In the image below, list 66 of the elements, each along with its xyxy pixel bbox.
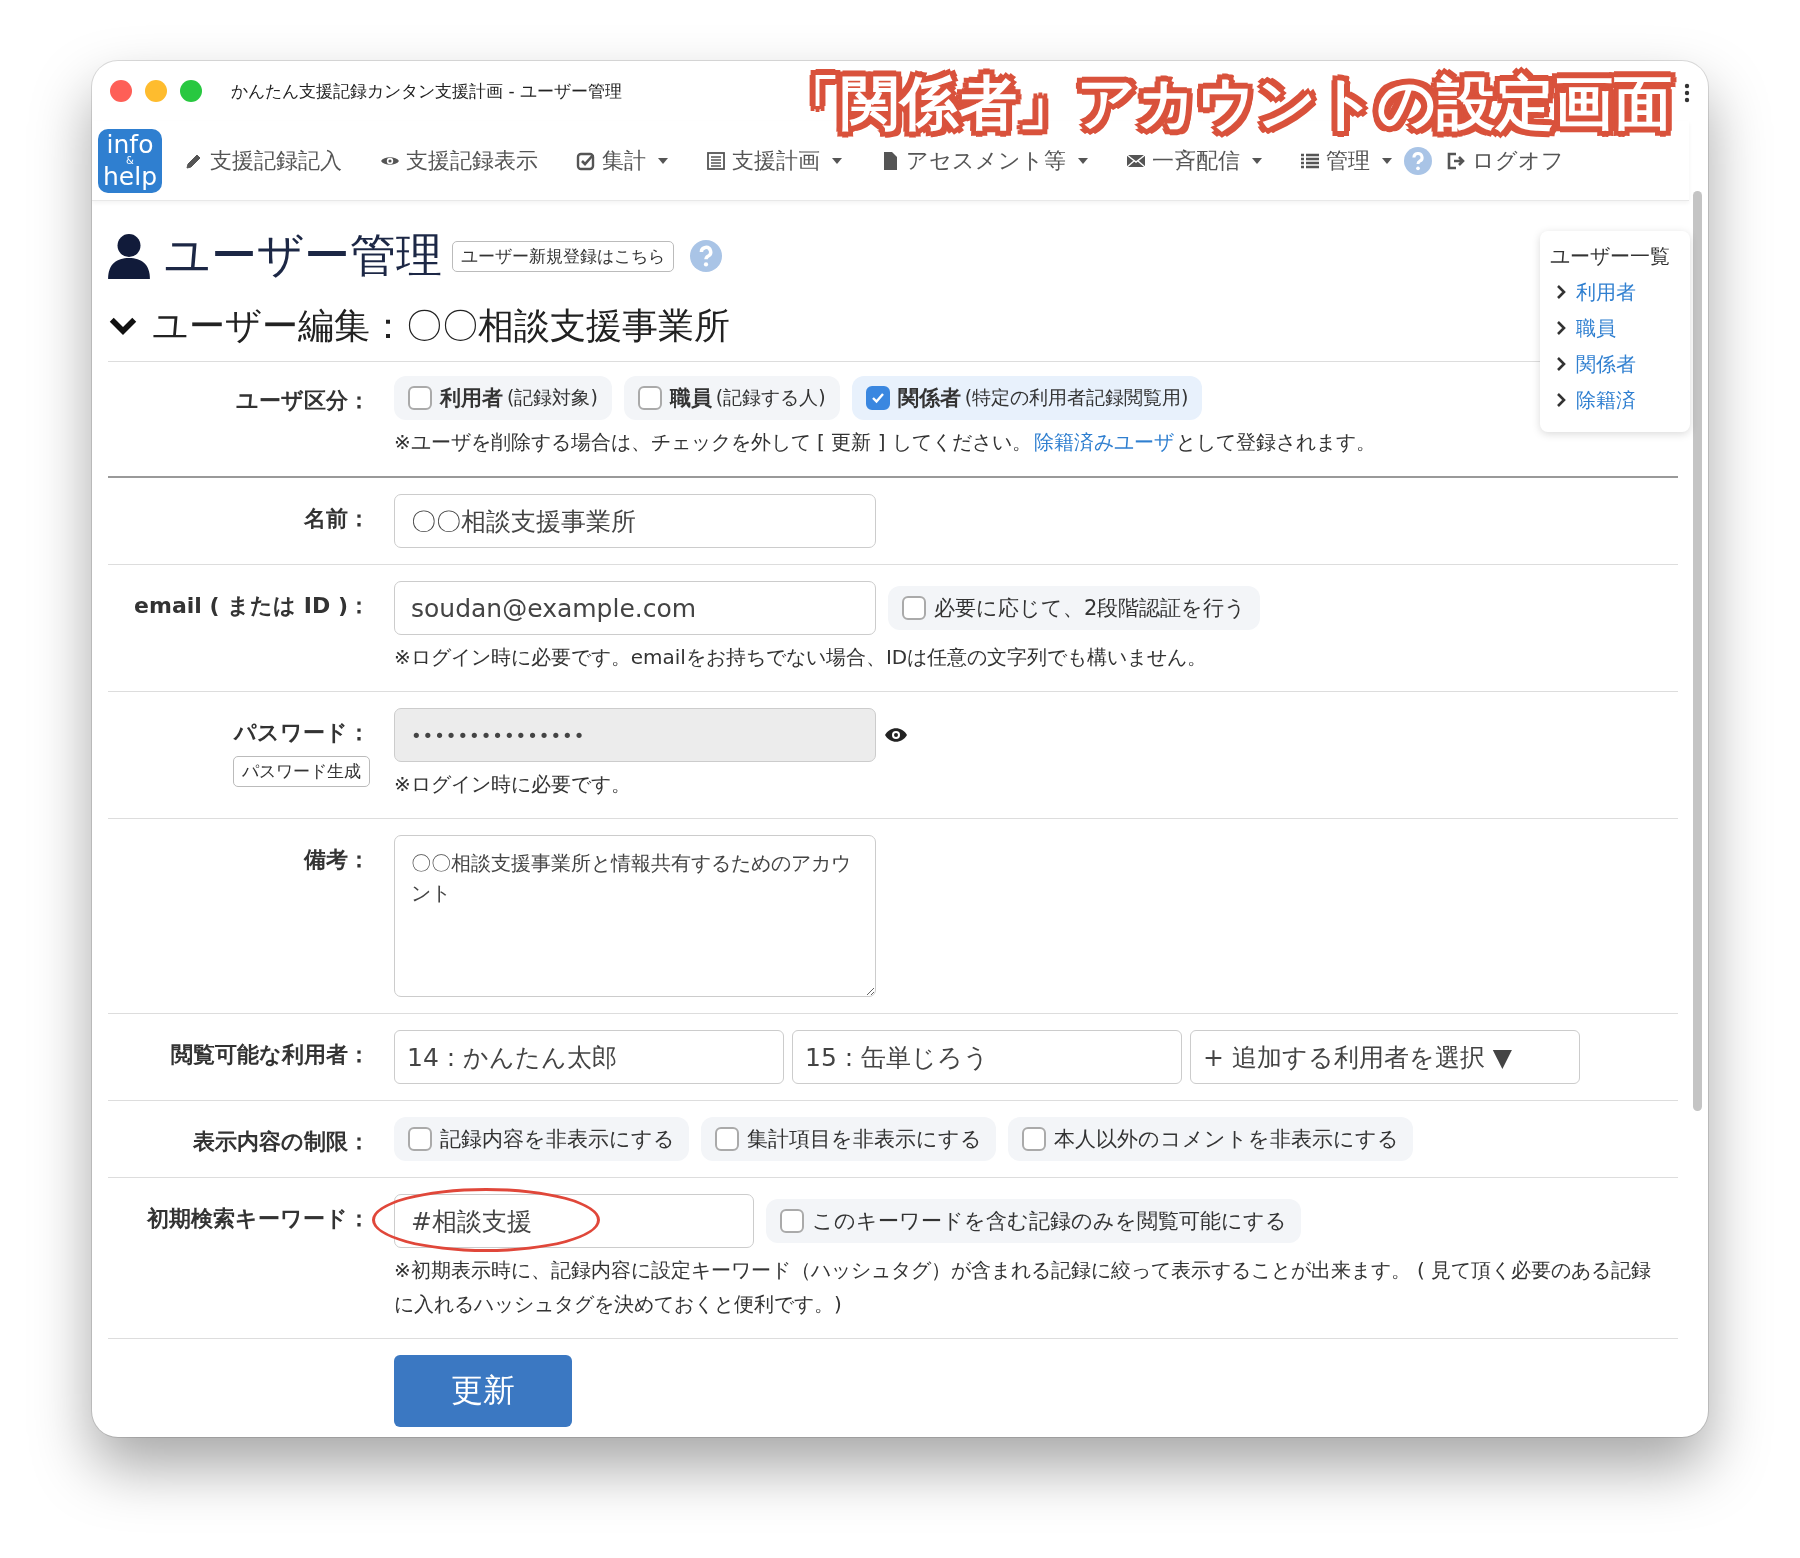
help-note: ※ログイン時に必要です。 [394,772,631,796]
update-button[interactable]: 更新 [394,1355,572,1427]
user-icon [108,233,150,279]
logout-icon [1446,150,1466,171]
help-note: ※ログイン時に必要です。emailをお持ちでない場合、IDは任意の文字列でも構いません。 [394,645,1208,669]
checkbox-option[interactable]: 利用者 (記録対象) [394,376,612,420]
nav-menu-item[interactable]: 集計 [576,145,668,176]
checkbox-icon [576,150,596,171]
eye-icon[interactable] [884,727,908,743]
side-menu-link[interactable]: 職員 [1550,310,1680,346]
nav-menu-item[interactable]: 支援計画 [706,145,842,176]
notes-textarea[interactable]: 〇〇相談支援事業所と情報共有するためのアカウント [394,835,876,997]
help-icon[interactable] [1404,146,1432,175]
help-note: ※ユーザを削除する場合は、チェックを外して [ 更新 ] してください。 [394,430,1032,454]
nav-menu-item[interactable]: 一斉配信 [1126,145,1262,176]
keyword-input-field[interactable]: #相談支援 [394,1194,754,1248]
checkbox-option[interactable]: 関係者 (特定の利用者記録閲覧用) [851,376,1203,420]
help-note: として登録されます。 [1175,430,1376,454]
field-label: 表示内容の制限： [193,1128,370,1156]
maximize-button[interactable] [180,80,202,102]
logo[interactable]: info & help [98,128,162,193]
new-user-button[interactable]: ユーザー新規登録はこちら [452,240,674,272]
field-label: ユーザ区分： [236,387,370,415]
field-label: パスワード： [234,719,370,747]
user-select-dropdown[interactable]: 15 : 缶単じろう [792,1030,1182,1084]
field-label: 名前： [304,505,370,533]
checkbox-option[interactable]: 集計項目を非表示にする [701,1117,996,1161]
field-label: 閲覧可能な利用者： [171,1041,370,1069]
chevron-right-icon [1556,321,1566,335]
chevron-right-icon [1556,357,1566,371]
chevron-right-icon [1556,285,1566,299]
document-list-icon [706,150,726,171]
checkbox-option[interactable]: 記録内容を非表示にする [394,1117,689,1161]
help-note: ※初期表示時に、記録内容に設定キーワード（ハッシュタグ）が含まれる記録に絞って表示することが出来ます。 ( 見て頂く必要のある記録に入れるハッシュタグを決めておくと便利です。) [394,1258,1652,1316]
checkbox-option[interactable]: このキーワードを含む記録のみを閲覧可能にする [766,1199,1301,1243]
minimize-button[interactable] [145,80,167,102]
text-input-field[interactable]: soudan@example.com [394,581,876,635]
side-menu-link[interactable]: 除籍済 [1550,382,1680,418]
help-icon[interactable] [690,240,722,272]
field-label: email ( または ID )： [134,592,370,620]
checkbox-option[interactable]: 職員 (記録する人) [623,376,840,420]
password-field[interactable]: ••••••••••••••• [394,708,876,762]
checkbox-option[interactable]: 本人以外のコメントを非表示にする [1008,1117,1413,1161]
window-title: かんたん支援記録カンタン支援計画 - ユーザー管理 [231,79,622,103]
generate-password-button[interactable]: パスワード生成 [233,756,370,787]
removed-users-link[interactable]: 除籍済みユーザ [1033,430,1174,454]
field-label: 初期検索キーワード： [147,1205,370,1233]
field-label: 備考： [304,846,370,874]
nav-menu-item[interactable]: 管理 [1300,145,1392,176]
user-select-dropdown[interactable]: + 追加する利用者を選択 ▼ [1190,1030,1580,1084]
user-select-dropdown[interactable]: 14 : かんたん太郎 [394,1030,784,1084]
side-menu-link[interactable]: 関係者 [1550,346,1680,382]
scrollbar[interactable] [1693,191,1702,1111]
nav-menu-item[interactable]: 支援記録表示 [380,145,538,176]
page-title: ユーザー管理 [164,227,442,284]
nav-menu-item[interactable]: ログオフ [1446,145,1564,176]
text-input-field[interactable]: 〇〇相談支援事業所 [394,494,876,548]
side-menu-title: ユーザー一覧 [1550,243,1671,270]
nav-menu-item[interactable]: アセスメント等 [880,145,1088,176]
checkbox-option[interactable]: 必要に応じて、2段階認証を行う [888,586,1261,630]
more-icon[interactable] [1684,83,1690,103]
side-menu-link[interactable]: 利用者 [1550,274,1680,310]
close-button[interactable] [110,80,132,102]
section-title: ユーザー編集：〇〇相談支援事業所 [152,303,730,348]
nav-menu-item[interactable]: 支援記録記入 [184,145,342,176]
chevron-right-icon [1556,393,1566,407]
